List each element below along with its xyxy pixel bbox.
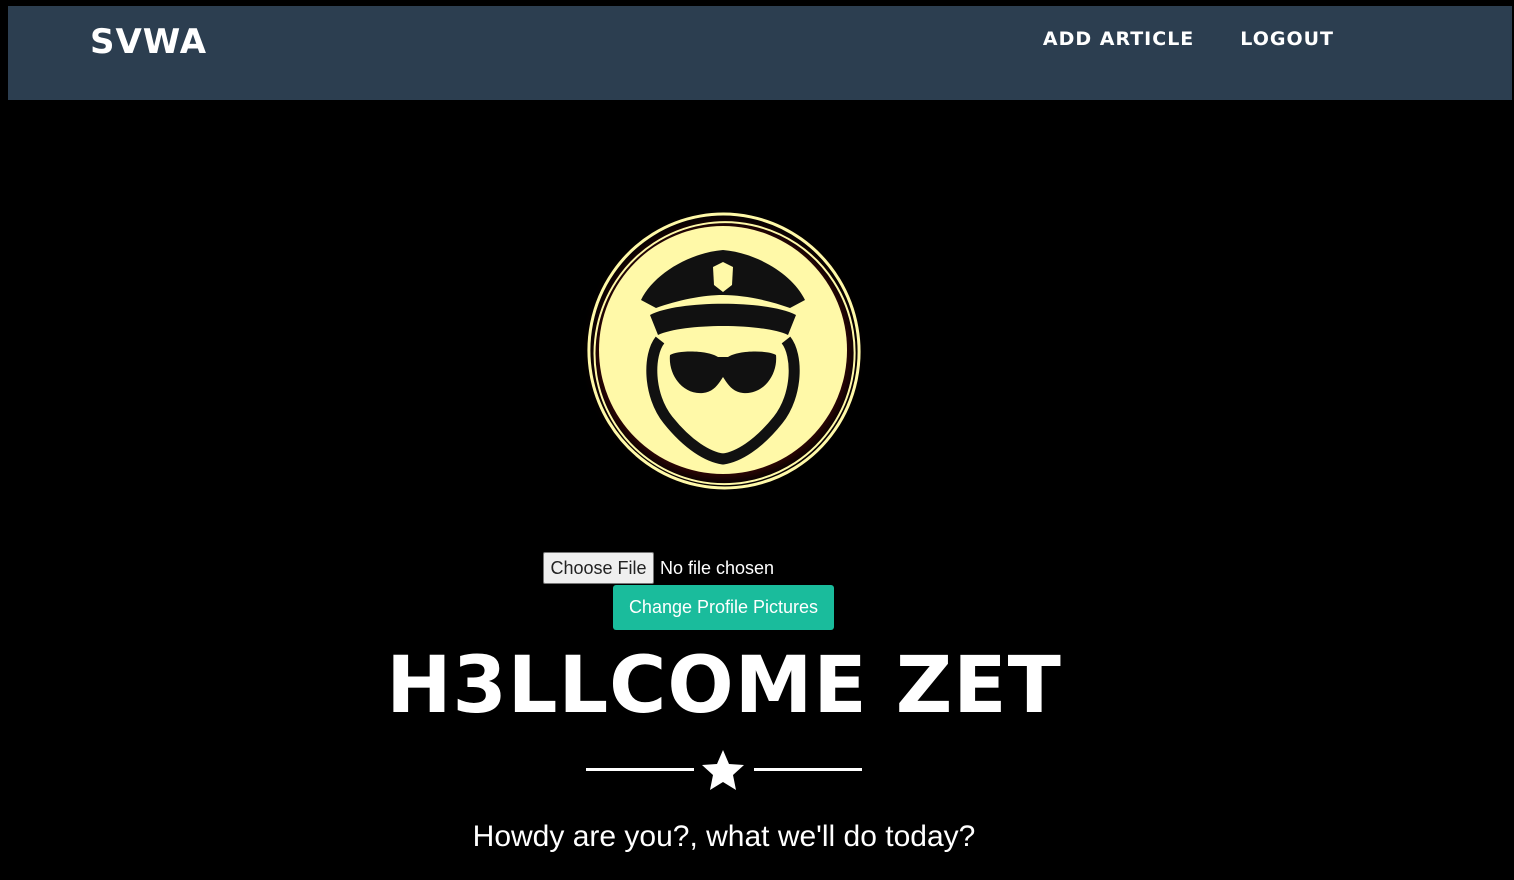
choose-file-button[interactable]: Choose File bbox=[543, 552, 654, 584]
page: SVWA ADD ARTICLE LOGOUT Choose File No f… bbox=[0, 0, 1514, 880]
nav-add-article[interactable]: ADD ARTICLE bbox=[1043, 28, 1194, 50]
page-heading: H3LLCOME ZET bbox=[386, 641, 1062, 731]
nav-links: ADD ARTICLE LOGOUT bbox=[1043, 28, 1334, 50]
divider-line-left bbox=[586, 768, 694, 771]
divider-line-right bbox=[754, 768, 862, 771]
tagline: Howdy are you?, what we'll do today? bbox=[472, 820, 976, 853]
file-upload: Choose File No file chosen bbox=[543, 552, 774, 584]
file-status-text: No file chosen bbox=[660, 557, 775, 578]
star-divider bbox=[586, 750, 862, 790]
brand-logo[interactable]: SVWA bbox=[90, 22, 207, 62]
police-officer-icon bbox=[580, 208, 866, 494]
navbar: SVWA ADD ARTICLE LOGOUT bbox=[8, 6, 1512, 100]
nav-logout[interactable]: LOGOUT bbox=[1240, 28, 1334, 50]
change-profile-picture-button[interactable]: Change Profile Pictures bbox=[613, 585, 834, 630]
star-icon bbox=[702, 750, 744, 790]
